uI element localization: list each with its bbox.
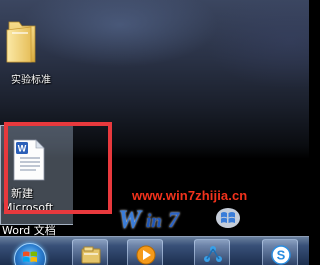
watermark-url: www.win7zhijia.cn [132, 188, 248, 203]
network-app-icon [204, 246, 222, 262]
folder-label: 实验标准 [11, 75, 51, 86]
logo-w: W [118, 205, 142, 234]
taskbar-media-button[interactable] [127, 239, 163, 265]
folder-icon [6, 21, 36, 63]
file-explorer-icon [81, 246, 101, 264]
win7-watermark-logo: W in 7 [118, 205, 308, 235]
desktop-folder-shortcut[interactable]: 实验标准 [3, 18, 73, 87]
logo-in: in [146, 211, 162, 232]
logo-7: 7 [168, 207, 179, 232]
highlight-annotation-box [4, 122, 112, 214]
media-player-icon [136, 245, 156, 265]
desktop[interactable]: 实验标准 W 新建 Microsoft Word 文档 www.win7zhij… [0, 0, 309, 265]
svg-text:S: S [277, 248, 286, 263]
sogou-browser-icon: S [271, 245, 291, 265]
taskbar-network-button[interactable] [194, 239, 230, 265]
taskbar-explorer-button[interactable] [72, 239, 108, 265]
windows-flag-icon [216, 208, 240, 228]
taskbar-sogou-button[interactable]: S [262, 239, 298, 265]
windows-start-icon [23, 251, 37, 262]
